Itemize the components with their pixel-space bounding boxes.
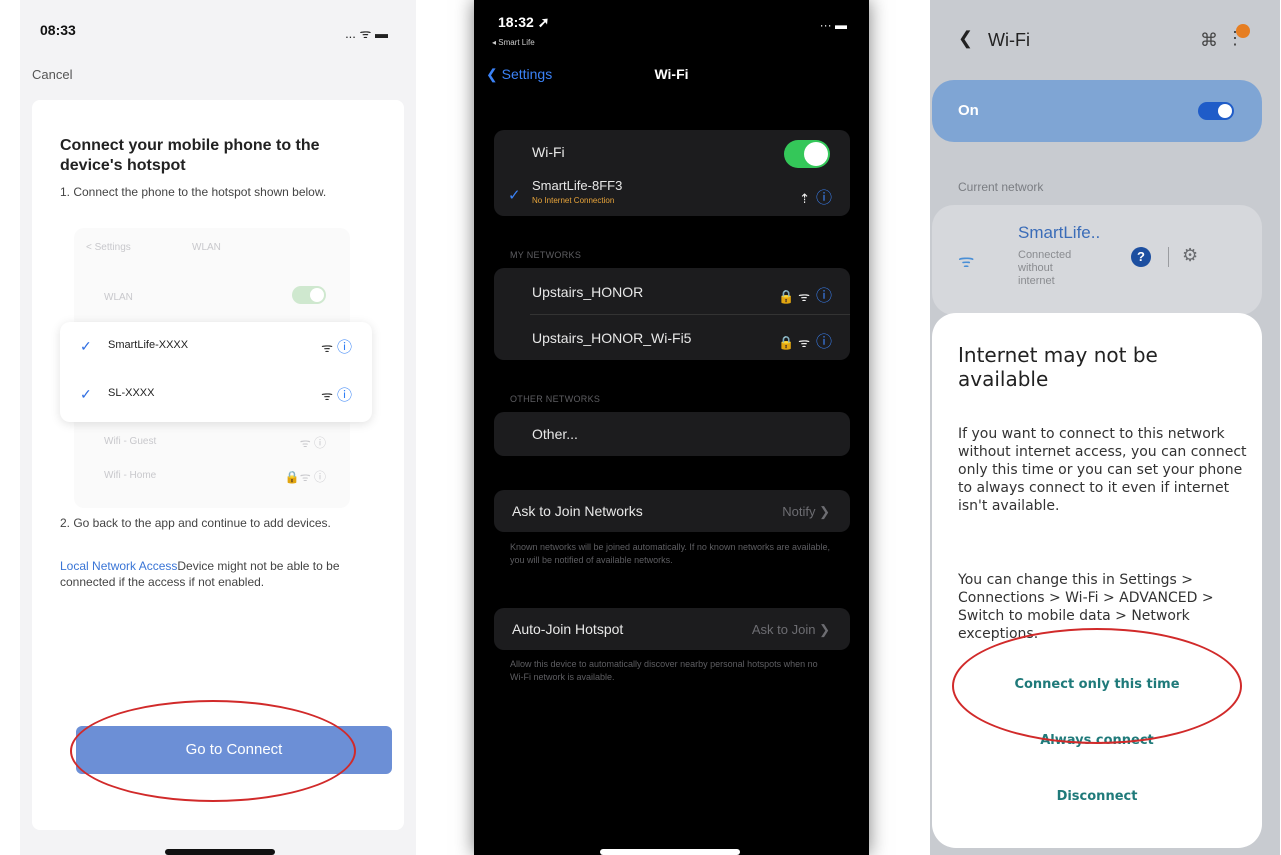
wifi-toggle[interactable] <box>784 140 830 168</box>
internet-warning-dialog: Internet may not be available If you wan… <box>932 313 1262 848</box>
wifi-group: Wi-Fi ✓ SmartLife-8FF3 No Internet Conne… <box>494 130 850 216</box>
wifi-icon: ᯤ ⓘ <box>321 339 352 356</box>
ios-wifi-screen: 18:32 ➚ ◂ Smart Life ··· ▬ Wi-Fi ❮ Setti… <box>474 0 869 855</box>
check-icon: ✓ <box>508 187 521 204</box>
home-indicator <box>165 849 275 855</box>
more-options-icon[interactable]: ⋮ <box>1226 28 1244 49</box>
mock-lock-wifi-icon: 🔒ᯤ ⓘ <box>284 470 326 484</box>
network-name: SL-XXXX <box>108 387 155 399</box>
list-item: ✓ SmartLife-XXXX ᯤ ⓘ <box>60 324 372 370</box>
dialog-title: Internet may not be available <box>958 343 1158 391</box>
settings-back-button[interactable]: ❮ Settings <box>486 66 552 83</box>
battery-icon: ··· ▬ <box>819 18 847 32</box>
help-icon[interactable]: ? <box>1131 247 1151 267</box>
mock-faded-network: Wifi - Home <box>104 470 157 481</box>
smartlife-app-screen: 08:33 ... ᯤ ▬ Cancel Connect your mobile… <box>20 0 416 855</box>
wifi-toggle[interactable] <box>1198 102 1234 120</box>
mock-wifi-icon: ᯤ ⓘ <box>299 436 326 450</box>
screenshot-stage: 08:33 ... ᯤ ▬ Cancel Connect your mobile… <box>0 0 1281 855</box>
always-connect-button[interactable]: Always connect <box>932 733 1262 748</box>
gear-icon[interactable]: ⚙ <box>1182 245 1198 266</box>
step-one-text: 1. Connect the phone to the hotspot show… <box>60 185 327 199</box>
check-icon: ✓ <box>80 338 92 354</box>
other-network-label: Other... <box>532 426 578 442</box>
wifi-icon: ᯤ ⓘ <box>321 387 352 404</box>
instruction-card: Connect your mobile phone to the device'… <box>32 100 404 830</box>
dialog-settings-hint: You can change this in Settings > Connec… <box>958 572 1214 642</box>
other-network-row[interactable]: Other... <box>494 412 850 456</box>
network-name: SmartLife-XXXX <box>108 339 189 351</box>
wifi-on-label: On <box>958 102 979 119</box>
step-two-text: 2. Go back to the app and continue to ad… <box>60 516 331 530</box>
mock-wlan-toggle <box>292 286 326 304</box>
auto-join-value: Ask to Join ❯ <box>751 622 830 637</box>
current-network-card[interactable]: ᯤ SmartLife.. Connected without internet… <box>932 205 1262 315</box>
lock-wifi-icon: 🔒 ᯤ ⓘ <box>778 288 832 305</box>
section-label: MY NETWORKS <box>510 250 582 260</box>
back-to-app-link[interactable]: ◂ Smart Life <box>492 38 535 47</box>
info-icon[interactable]: ⓘ <box>816 288 832 305</box>
samsung-wifi-screen: ❮ Wi-Fi ⌘ ⋮ On Current network ᯤ SmartLi… <box>930 0 1280 855</box>
go-to-connect-button[interactable]: Go to Connect <box>76 726 392 774</box>
network-status: Connected without internet <box>1018 249 1072 287</box>
chevron-left-icon: ❮ <box>486 66 502 82</box>
no-internet-status: No Internet Connection <box>532 196 615 205</box>
section-label: OTHER NETWORKS <box>510 394 601 404</box>
mock-title: WLAN <box>192 242 221 253</box>
auto-join-label: Auto-Join Hotspot <box>512 621 624 637</box>
network-name[interactable]: Upstairs_HONOR <box>532 284 643 300</box>
home-indicator <box>600 849 740 855</box>
auto-join-footnote: Allow this device to automatically disco… <box>510 659 818 682</box>
current-network-name[interactable]: SmartLife-8FF3 <box>532 178 622 193</box>
page-title: Connect your mobile phone to the device'… <box>60 137 320 174</box>
lock-wifi-icon: 🔒 ᯤ ⓘ <box>778 334 832 351</box>
wifi-label: Wi-Fi <box>532 144 565 160</box>
disconnect-button[interactable]: Disconnect <box>932 789 1262 804</box>
mock-faded-network: Wifi - Guest <box>104 436 157 447</box>
connect-once-button[interactable]: Connect only this time <box>932 677 1262 692</box>
dialog-body-text: If you want to connect to this network w… <box>958 426 1247 514</box>
status-icons: ... ᯤ ▬ <box>345 26 388 41</box>
wifi-on-bar[interactable]: On <box>932 80 1262 142</box>
divider <box>530 314 850 315</box>
signal-icon: ⇡ ⓘ <box>799 190 832 207</box>
info-icon[interactable]: ⓘ <box>816 190 832 207</box>
check-icon: ✓ <box>80 386 92 402</box>
network-name: SmartLife.. <box>1018 223 1101 242</box>
divider <box>1168 247 1169 267</box>
mock-back-link: < Settings <box>86 242 131 253</box>
mock-wlan-label: WLAN <box>104 292 133 303</box>
ask-to-join-footnote: Known networks will be joined automatica… <box>510 542 830 565</box>
my-networks-group: Upstairs_HONOR 🔒 ᯤ ⓘ Upstairs_HONOR_Wi-Fi… <box>494 268 850 360</box>
back-chevron-icon[interactable]: ❮ <box>958 28 973 49</box>
local-network-note: Local Network AccessDevice might not be … <box>60 558 360 590</box>
section-label: Current network <box>958 180 1044 194</box>
list-item: ✓ SL-XXXX ᯤ ⓘ <box>60 372 372 418</box>
status-time: 18:32 ➚ <box>498 14 550 30</box>
cancel-button[interactable]: Cancel <box>32 67 72 82</box>
auto-join-row[interactable]: Auto-Join Hotspot Ask to Join ❯ <box>494 608 850 650</box>
info-icon: ⓘ <box>336 387 352 404</box>
ask-to-join-label: Ask to Join Networks <box>512 503 643 519</box>
qr-scan-icon[interactable]: ⌘ <box>1200 30 1218 51</box>
ask-to-join-value: Notify ❯ <box>782 504 830 519</box>
info-icon[interactable]: ⓘ <box>816 334 832 351</box>
network-name[interactable]: Upstairs_HONOR_Wi-Fi5 <box>532 330 691 346</box>
hotspot-list: ✓ SmartLife-XXXX ᯤ ⓘ ✓ SL-XXXX ᯤ ⓘ <box>60 322 372 422</box>
wifi-icon: ᯤ <box>958 251 975 271</box>
ask-to-join-row[interactable]: Ask to Join Networks Notify ❯ <box>494 490 850 532</box>
page-title: Wi-Fi <box>988 30 1030 50</box>
status-time: 08:33 <box>40 22 76 38</box>
info-icon: ⓘ <box>336 339 352 356</box>
local-network-access-link[interactable]: Local Network Access <box>60 559 177 573</box>
